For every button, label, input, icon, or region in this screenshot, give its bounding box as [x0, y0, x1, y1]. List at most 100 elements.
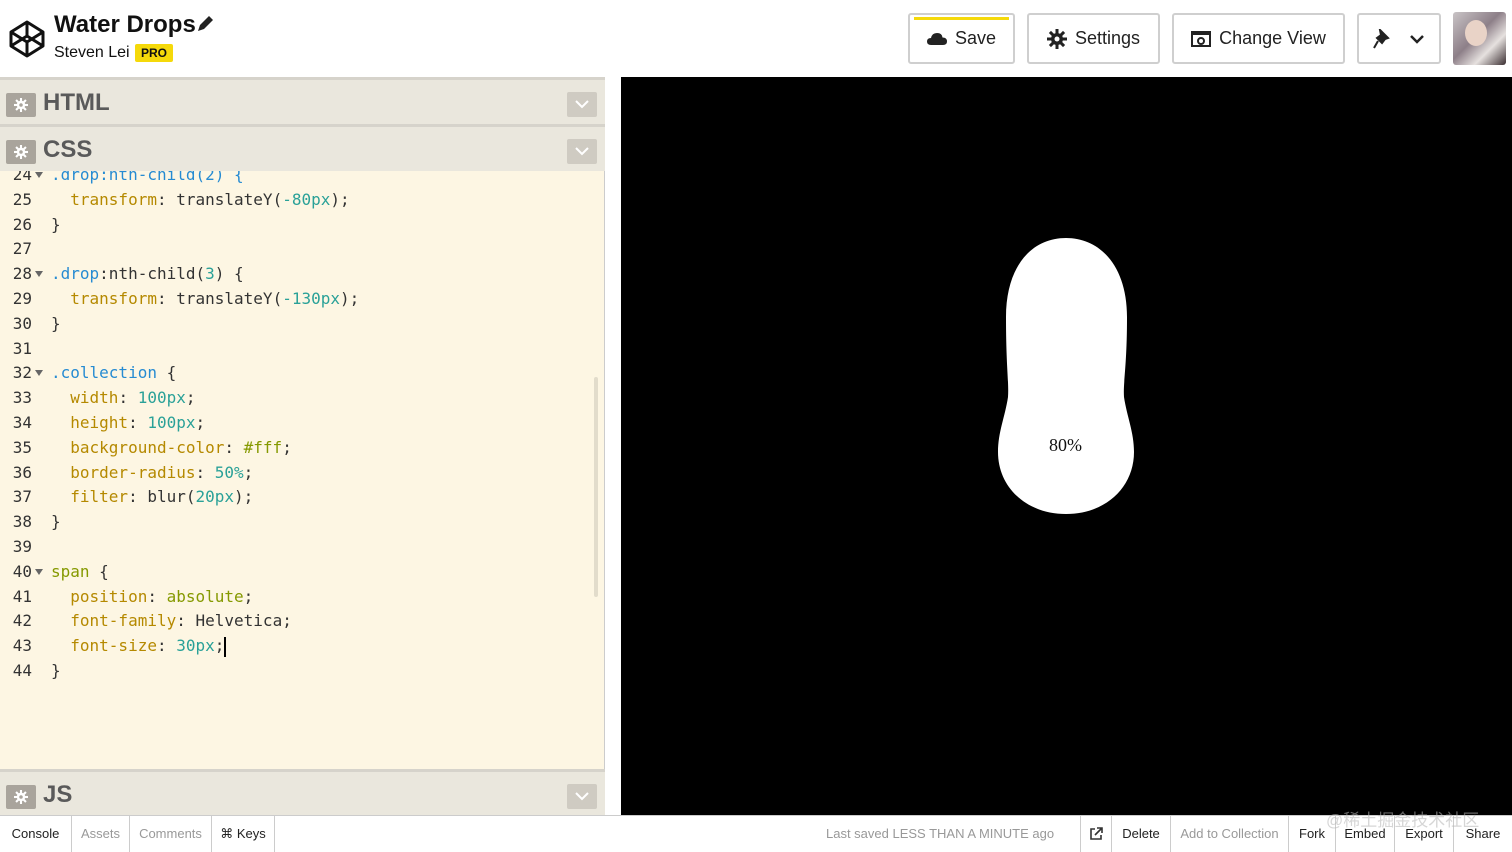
console-button[interactable]: Console: [0, 816, 72, 852]
code-line[interactable]: 37 filter: blur(20px);: [0, 485, 590, 510]
save-label: Save: [954, 28, 997, 48]
line-number: 32: [12, 363, 32, 383]
js-collapse-chevron-icon[interactable]: [567, 784, 597, 809]
code-token: :nth-child(: [99, 264, 206, 284]
code-token: -80px: [282, 189, 331, 209]
code-line[interactable]: 32 .collection {: [0, 361, 590, 386]
fold-arrow-icon[interactable]: [35, 370, 43, 377]
css-panel-title: CSS: [43, 136, 93, 163]
comments-button[interactable]: Comments: [130, 816, 212, 852]
code-token: : translateY(: [156, 189, 283, 209]
code-token: transform: [51, 289, 157, 308]
code-line[interactable]: 42 font-family: Helvetica;: [0, 609, 590, 634]
line-number: 38: [12, 512, 32, 532]
code-text: font-size: 30px;: [51, 634, 227, 659]
settings-button[interactable]: Settings: [1027, 13, 1160, 64]
code-line[interactable]: 30}: [0, 312, 590, 337]
code-token: {: [89, 561, 109, 581]
code-token: font-family: [51, 611, 177, 631]
code-line[interactable]: 27: [0, 237, 590, 262]
change-view-button[interactable]: Change View: [1172, 13, 1345, 64]
add-to-collection-button[interactable]: Add to Collection: [1171, 816, 1289, 852]
pen-title[interactable]: Water Drops: [54, 11, 196, 39]
code-text: background-color: #fff;: [51, 436, 292, 461]
html-settings-gear-icon[interactable]: [6, 93, 36, 117]
fold-arrow-icon[interactable]: [35, 271, 43, 278]
open-external-icon[interactable]: [1080, 816, 1112, 852]
html-panel-header[interactable]: HTML: [0, 77, 605, 124]
code-line[interactable]: 26}: [0, 213, 590, 238]
code-scrollbar[interactable]: [594, 377, 598, 597]
code-line[interactable]: 35 background-color: #fff;: [0, 436, 590, 461]
code-token: }: [51, 661, 61, 680]
code-line[interactable]: 44}: [0, 659, 590, 684]
code-token: 30px: [176, 636, 215, 656]
line-number: 33: [12, 388, 32, 408]
change-view-label: Change View: [1219, 28, 1326, 48]
code-line[interactable]: 24 .drop:nth-child(2) {: [0, 171, 590, 188]
keys-button[interactable]: ⌘ Keys: [212, 816, 275, 852]
code-token: );: [234, 487, 254, 507]
code-line[interactable]: 29 transform: translateY(-130px);: [0, 287, 590, 312]
pin-menu-button[interactable]: [1357, 13, 1441, 64]
pencil-icon[interactable]: [196, 15, 214, 33]
code-text: transform: translateY(-80px);: [51, 188, 349, 213]
assets-button[interactable]: Assets: [72, 816, 130, 852]
code-token: #fff: [243, 437, 283, 457]
code-line[interactable]: 39: [0, 535, 590, 560]
code-text: transform: translateY(-130px);: [51, 287, 359, 312]
code-line[interactable]: 41 position: absolute;: [0, 585, 590, 610]
line-number: 25: [12, 189, 32, 209]
code-token: 100px: [147, 413, 196, 432]
code-line[interactable]: 34 height: 100px;: [0, 411, 590, 436]
gear-icon: [1046, 28, 1067, 49]
user-avatar[interactable]: [1453, 12, 1506, 65]
code-token: transform: [51, 189, 157, 209]
line-number: 30: [12, 313, 32, 333]
code-line[interactable]: 28 .drop:nth-child(3) {: [0, 262, 590, 287]
fold-arrow-icon[interactable]: [35, 172, 43, 178]
code-token: {: [156, 363, 177, 383]
html-panel-title: HTML: [43, 89, 110, 116]
code-token: :: [195, 462, 215, 482]
code-text: border-radius: 50%;: [51, 461, 253, 486]
code-line[interactable]: 40 span {: [0, 560, 590, 585]
code-line[interactable]: 38}: [0, 510, 590, 535]
text-cursor: [224, 636, 227, 657]
code-token: :: [147, 586, 167, 606]
css-panel-header[interactable]: CSS: [0, 124, 605, 171]
code-token: ;: [243, 462, 254, 482]
css-settings-gear-icon[interactable]: [6, 140, 36, 164]
code-token: filter: [51, 487, 129, 507]
code-line[interactable]: 36 border-radius: 50%;: [0, 461, 590, 486]
line-number: 41: [12, 586, 32, 606]
code-token: width: [51, 388, 119, 408]
editor-panel: HTML CSS 24 .drop:nth-child(2) {25 transf…: [0, 77, 605, 816]
code-line[interactable]: 31: [0, 337, 590, 362]
js-panel-header[interactable]: JS: [0, 769, 605, 816]
css-code-editor[interactable]: 24 .drop:nth-child(2) {25 transform: tran…: [0, 171, 605, 769]
line-number: 29: [12, 289, 32, 308]
html-collapse-chevron-icon[interactable]: [567, 92, 597, 117]
delete-button[interactable]: Delete: [1112, 816, 1171, 852]
line-number: 31: [12, 338, 32, 358]
js-settings-gear-icon[interactable]: [6, 785, 36, 809]
code-token: :: [156, 636, 177, 656]
line-number: 39: [12, 537, 32, 556]
code-line[interactable]: 33 width: 100px;: [0, 386, 590, 411]
code-text: .drop:nth-child(2) {: [51, 171, 244, 188]
code-token: 100px: [137, 388, 186, 408]
code-line[interactable]: 25 transform: translateY(-80px);: [0, 188, 590, 213]
code-token: );: [340, 289, 360, 308]
code-token: font-size: [51, 636, 157, 656]
code-token: ;: [185, 388, 196, 408]
save-button[interactable]: Save: [908, 13, 1015, 64]
fold-arrow-icon[interactable]: [35, 568, 43, 575]
author-name[interactable]: Steven Lei: [54, 44, 130, 62]
code-token: height: [51, 413, 129, 432]
percent-label: 80%: [1049, 435, 1082, 455]
line-number: 34: [12, 413, 32, 432]
css-collapse-chevron-icon[interactable]: [567, 139, 597, 164]
code-line[interactable]: 43 font-size: 30px;: [0, 634, 590, 659]
codepen-logo-icon[interactable]: [8, 19, 46, 59]
